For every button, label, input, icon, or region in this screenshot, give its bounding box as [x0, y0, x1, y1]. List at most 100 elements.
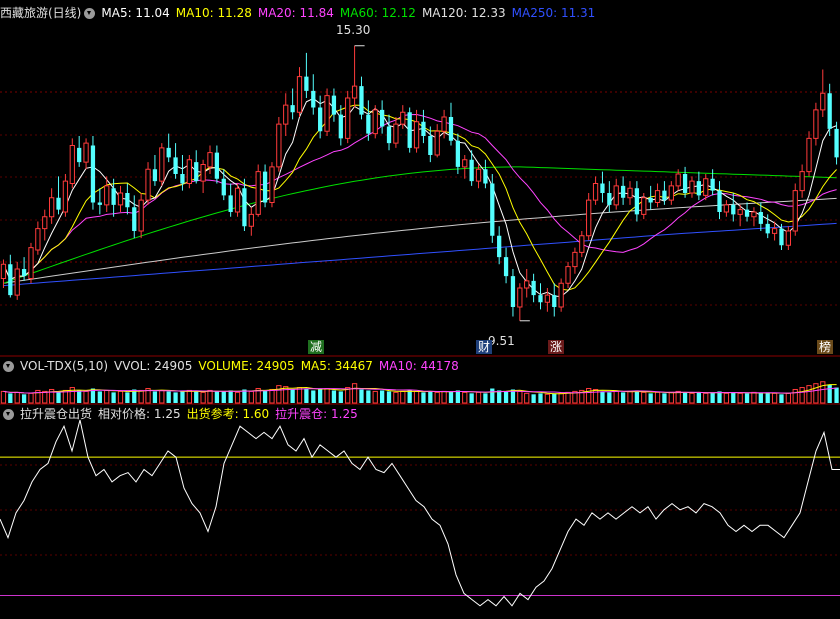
candle-body-up — [572, 251, 578, 268]
indicator-menu-icon[interactable] — [84, 7, 96, 19]
candle-body-up — [703, 178, 709, 196]
candle-body-up — [0, 263, 7, 279]
volume-bar-up — [544, 393, 551, 404]
candle-body-up — [806, 137, 812, 173]
volume-menu-icon[interactable] — [3, 360, 14, 372]
candle-body-down — [538, 295, 543, 303]
osc-indicator-2: 出货参考: 1.60 — [186, 407, 270, 421]
candle-body-down — [166, 147, 171, 158]
candle-body-up — [42, 216, 48, 230]
volume-bar-up — [689, 392, 695, 404]
volume-bar-down — [620, 392, 626, 403]
candle-body-up — [799, 171, 805, 192]
volume-indicator-1: VVOL: 24905 — [114, 359, 193, 373]
candle-body-down — [318, 107, 323, 132]
candle-body-down — [483, 169, 488, 184]
volume-bar-up — [792, 388, 798, 404]
volume-bar-down — [455, 390, 461, 403]
event-tag-3[interactable]: 榜 — [817, 340, 834, 354]
volume-bar-down — [338, 391, 343, 403]
volume-bar-down — [152, 391, 158, 403]
volume-indicator-2: VOLUME: 24905 — [198, 359, 295, 373]
candle-body-down — [77, 147, 82, 163]
oscillator-indicator-values: 拉升震仓出货 相对价格: 1.25 出货参考: 1.60 拉升震仓: 1.25 — [20, 405, 364, 423]
volume-bar-up — [565, 391, 571, 404]
volume-bar-down — [166, 391, 171, 403]
event-tag-0[interactable]: 减 — [308, 340, 325, 354]
volume-bar-up — [517, 390, 523, 404]
volume-bar-down — [421, 392, 426, 403]
volume-bar-down — [834, 387, 839, 403]
candle-body-down — [111, 188, 116, 205]
candle-body-down — [262, 171, 268, 203]
volume-bar-down — [262, 390, 268, 403]
candle-body-up — [276, 123, 282, 168]
volume-bar-up — [813, 383, 819, 404]
candle-body-up — [345, 97, 351, 139]
candle-body-down — [304, 76, 309, 91]
candle-body-down — [834, 128, 839, 158]
volume-bar-down — [648, 393, 653, 403]
candle-body-down — [56, 197, 61, 210]
volume-bar-down — [765, 392, 770, 403]
candle-body-down — [173, 157, 178, 174]
candle-body-down — [455, 140, 461, 167]
oscillator-menu-icon[interactable] — [3, 408, 14, 420]
volume-bar-up — [276, 385, 282, 404]
candle-body-up — [351, 85, 358, 99]
volume-bar-up — [14, 391, 20, 404]
volume-bar-up — [372, 390, 378, 404]
candle-body-up — [813, 109, 819, 139]
volume-bar-down — [600, 391, 605, 403]
volume-bar-up — [592, 388, 599, 404]
volume-bar-down — [311, 390, 316, 403]
volume-bar-up — [393, 391, 399, 404]
volume-bar-down — [758, 393, 763, 403]
volume-bar-down — [359, 389, 364, 403]
volume-bar-down — [21, 394, 27, 403]
candle-body-up — [138, 199, 144, 232]
volume-bar-down — [77, 390, 82, 403]
main-indicator-4: MA120: 12.33 — [421, 6, 506, 20]
candle-body-down — [194, 162, 199, 182]
volume-bar-down — [503, 391, 509, 403]
candle-body-down — [97, 202, 102, 205]
candle-body-down — [366, 114, 371, 134]
volume-indicator-values: VOL-TDX(5,10) VVOL: 24905 VOLUME: 24905 MA5… — [20, 357, 465, 375]
event-tag-1[interactable]: 财 — [476, 340, 493, 354]
candle-body-up — [69, 145, 75, 184]
volume-bar-down — [173, 392, 178, 403]
volume-bar-up — [524, 392, 530, 404]
stock-chart-window: 西藏旅游(日线) MA5: 11.04 MA10: 11.28 MA20: 11.8… — [0, 0, 840, 616]
volume-bar-up — [441, 390, 447, 404]
volume-bar-up — [42, 390, 48, 404]
candle-body-up — [49, 197, 55, 218]
candle-body-down — [469, 159, 474, 182]
candle-body-down — [607, 193, 612, 205]
volume-bar-up — [675, 390, 681, 404]
candle-body-up — [255, 171, 261, 215]
volume-bar-up — [234, 391, 241, 404]
volume-bar-up — [413, 390, 420, 404]
volume-bar-down — [221, 391, 226, 403]
candle-body-down — [779, 228, 784, 246]
volume-bar-down — [469, 393, 474, 403]
volume-bar-down — [97, 391, 102, 403]
candle-body-up — [104, 185, 110, 206]
volume-bar-down — [552, 393, 557, 403]
volume-bar-down — [827, 384, 832, 403]
candle-body-up — [475, 168, 482, 182]
volume-bar-down — [682, 392, 688, 403]
volume-bar-up — [269, 388, 275, 404]
candle-body-up — [641, 197, 647, 215]
event-tag-2[interactable]: 涨 — [548, 340, 565, 354]
candle-body-down — [662, 190, 667, 201]
volume-bar-down — [779, 394, 784, 403]
candle-body-up — [654, 190, 661, 203]
volume-bar-up — [613, 390, 619, 404]
candle-body-up — [792, 190, 798, 232]
candle-body-up — [586, 199, 592, 237]
chart-canvas[interactable] — [0, 0, 840, 616]
candle-body-down — [311, 90, 316, 108]
candle-body-down — [180, 174, 185, 184]
